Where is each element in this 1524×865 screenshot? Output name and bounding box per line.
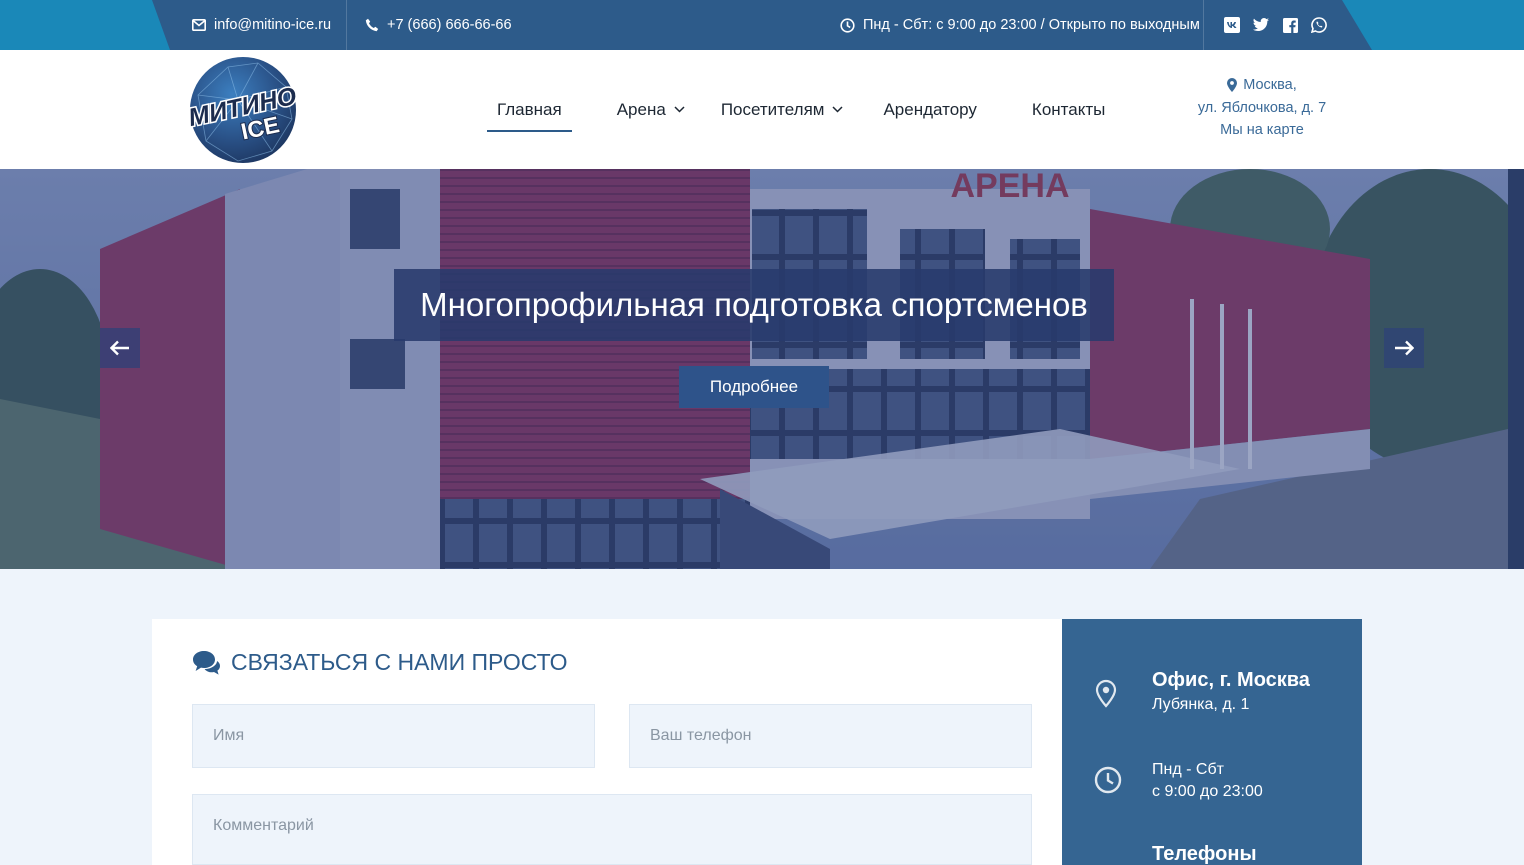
phones-info: Телефоны [1152, 843, 1257, 865]
contact-form-title-text: СВЯЗАТЬСЯ С НАМИ ПРОСТО [231, 649, 568, 675]
hours-info: Пнд - Сбт с 9:00 до 23:00 [1152, 759, 1263, 803]
phones-title: Телефоны [1152, 843, 1257, 865]
phone-placeholder: Ваш телефон [650, 727, 752, 744]
slider-next-button[interactable] [1384, 328, 1424, 368]
clock-icon [1094, 766, 1122, 794]
slider-prev-button[interactable] [100, 328, 140, 368]
facebook-icon[interactable] [1282, 17, 1298, 33]
hero-slider: АРЕНА Многопрофильная подготовка спортсм… [0, 169, 1508, 569]
hero-more-button[interactable]: Подробнее [679, 366, 829, 408]
vk-icon[interactable] [1224, 17, 1240, 33]
contact-form-title: СВЯЗАТЬСЯ С НАМИ ПРОСТО [192, 649, 568, 676]
nav-label: Контакты [1031, 99, 1106, 119]
office-title: Офис, г. Москва [1152, 669, 1310, 691]
phone-link[interactable]: +7 (666) 666-66-66 [365, 0, 512, 50]
hours-text: Пнд - Сбт: с 9:00 до 23:00 / Открыто по … [863, 17, 1200, 33]
nav-label: Арена [616, 99, 666, 119]
site-header: МИТИНО ICE Главная Арена Посетителям Аре… [0, 50, 1524, 169]
map-link[interactable]: Мы на карте [1162, 119, 1362, 142]
phone-icon [365, 18, 379, 32]
working-hours: Пнд - Сбт: с 9:00 до 23:00 / Открыто по … [840, 0, 1200, 50]
top-bar-divider [346, 0, 347, 50]
hero-edge-strip [1508, 169, 1524, 569]
office-address: Лубянка, д. 1 [1152, 696, 1250, 713]
top-bar: info@mitino-ice.ru +7 (666) 666-66-66 Пн… [0, 0, 1524, 50]
chevron-down-icon [674, 106, 685, 113]
address-street: ул. Яблочкова, д. 7 [1197, 99, 1327, 116]
chat-bubbles-icon [193, 650, 220, 675]
nav-item-visitors[interactable]: Посетителям [721, 90, 844, 130]
hours-time: с 9:00 до 23:00 [1152, 783, 1263, 800]
nav-label: Главная [497, 99, 562, 119]
email-text: info@mitino-ice.ru [214, 17, 332, 33]
hours-days: Пнд - Сбт [1152, 761, 1224, 778]
top-bar-divider [1203, 0, 1204, 50]
whatsapp-icon[interactable] [1311, 17, 1327, 33]
nav-label: Посетителям [720, 99, 825, 119]
name-input[interactable]: Имя [192, 704, 595, 768]
main-nav: Главная Арена Посетителям Арендатору Кон… [487, 50, 1105, 169]
office-info: Офис, г. Москва Лубянка, д. 1 [1152, 669, 1310, 716]
site-logo[interactable]: МИТИНО ICE [184, 55, 301, 165]
nav-item-contacts[interactable]: Контакты [1032, 90, 1105, 130]
comment-placeholder: Комментарий [213, 817, 314, 834]
arrow-left-icon [110, 340, 129, 356]
contact-info-panel: Офис, г. Москва Лубянка, д. 1 Пнд - Сбт … [1062, 619, 1362, 865]
address-city: Москва, [1243, 77, 1297, 93]
name-placeholder: Имя [213, 727, 245, 744]
comment-textarea[interactable]: Комментарий [192, 794, 1032, 865]
nav-label: Арендатору [883, 99, 977, 119]
social-links [1224, 0, 1327, 50]
nav-item-tenants[interactable]: Арендатору [883, 90, 976, 130]
nav-item-arena[interactable]: Арена [617, 90, 685, 130]
phone-text: +7 (666) 666-66-66 [387, 17, 512, 33]
chevron-down-icon [832, 106, 843, 113]
logo-emblem: МИТИНО ICE [184, 57, 301, 163]
email-link[interactable]: info@mitino-ice.ru [192, 0, 331, 50]
hero-title: Многопрофильная подготовка спортсменов [394, 269, 1114, 341]
address-city-line: Москва, [1162, 74, 1362, 97]
header-address: Москва, ул. Яблочкова, д. 7 Мы на карте [1162, 74, 1362, 142]
phone-input[interactable]: Ваш телефон [629, 704, 1032, 768]
map-marker-icon [1095, 679, 1117, 708]
twitter-icon[interactable] [1253, 17, 1269, 33]
contact-form-card: СВЯЗАТЬСЯ С НАМИ ПРОСТО Имя Ваш телефон … [152, 619, 1062, 865]
nav-item-home[interactable]: Главная [487, 90, 572, 132]
arrow-right-icon [1395, 340, 1414, 356]
envelope-icon [192, 19, 206, 31]
map-marker-icon [1227, 78, 1238, 93]
clock-icon [840, 17, 855, 33]
